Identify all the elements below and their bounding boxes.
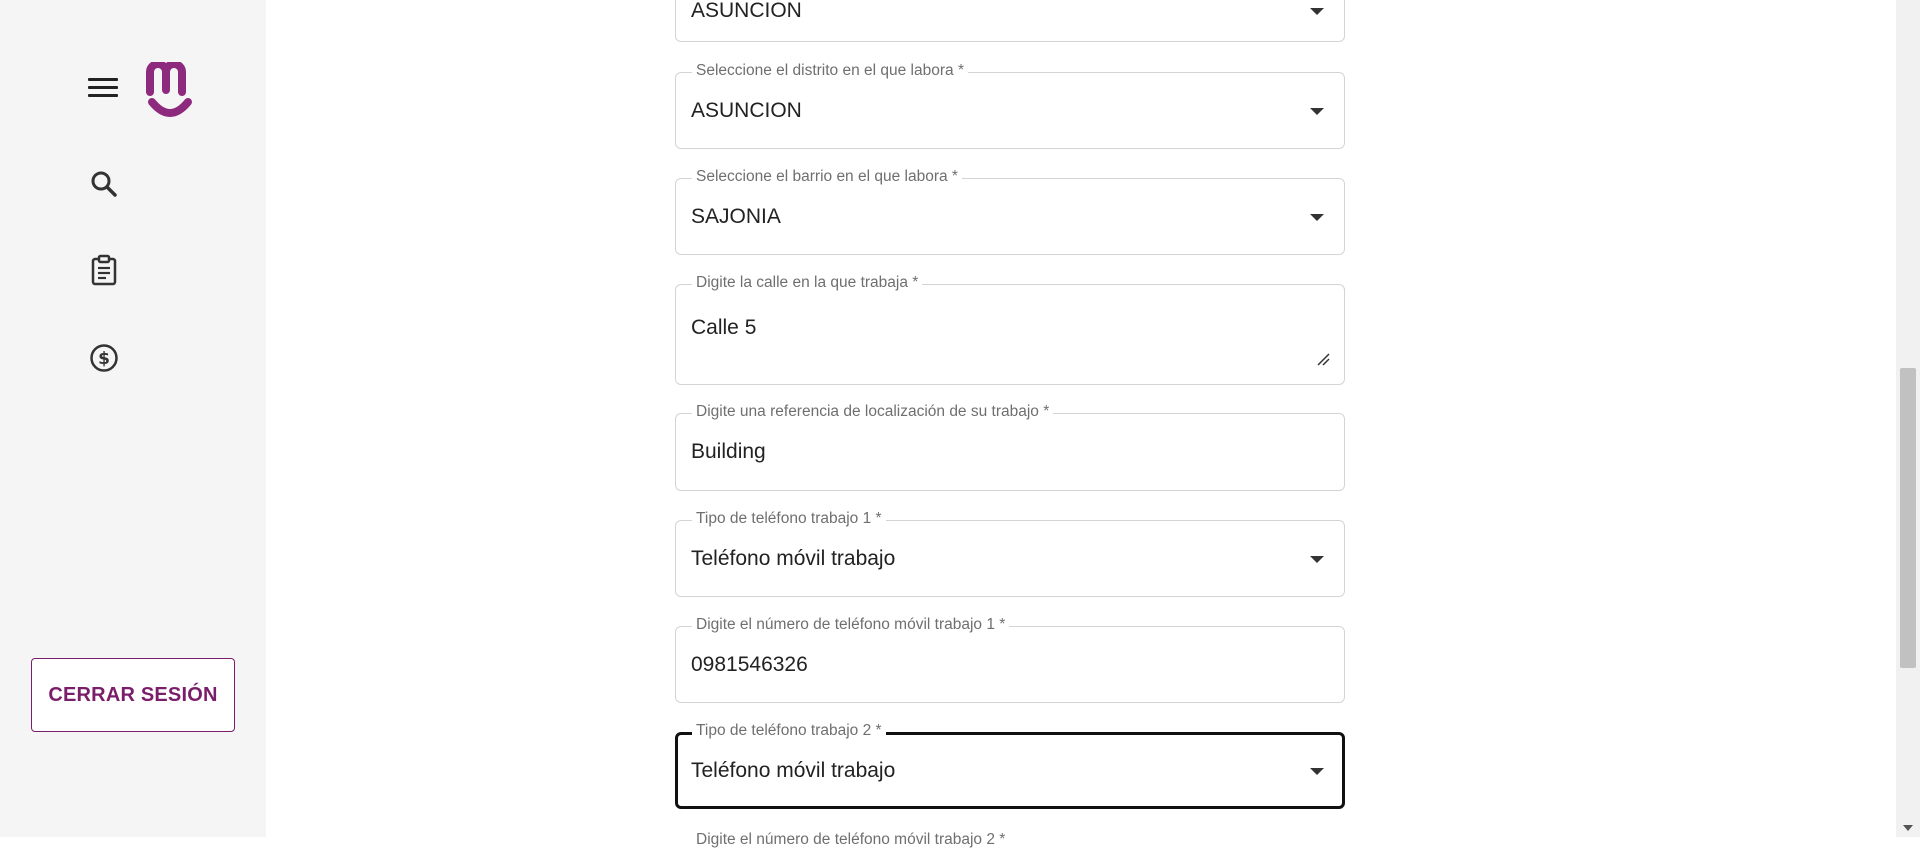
street-textarea[interactable]: Digite la calle en la que trabaja * Call… xyxy=(675,274,1345,385)
work-reference-value: Building xyxy=(691,440,766,463)
neighborhood-select-label: Seleccione el barrio en el que labora * xyxy=(692,168,962,186)
phone-type-1-label: Tipo de teléfono trabajo 1 * xyxy=(692,510,886,528)
chevron-down-icon[interactable] xyxy=(1310,213,1324,221)
work-reference-input[interactable]: Digite una referencia de localización de… xyxy=(675,403,1345,491)
department-select[interactable]: ASUNCION xyxy=(675,0,1345,42)
neighborhood-select-value: SAJONIA xyxy=(691,204,781,228)
page-scrollbar[interactable] xyxy=(1896,0,1920,837)
street-textarea-value: Calle 5 xyxy=(691,316,757,339)
phone-type-2-value: Teléfono móvil trabajo xyxy=(691,758,896,782)
chevron-down-icon[interactable] xyxy=(1310,107,1324,115)
brand-logo-icon xyxy=(144,60,196,120)
neighborhood-select[interactable]: Seleccione el barrio en el que labora * … xyxy=(675,168,1345,255)
phone-number-1-input[interactable]: Digite el número de teléfono móvil traba… xyxy=(675,616,1345,703)
phone-type-2-select[interactable]: Tipo de teléfono trabajo 2 * Teléfono mó… xyxy=(675,722,1345,809)
chevron-down-icon[interactable] xyxy=(1310,555,1324,563)
sidebar: $ CERRAR SESIÓN xyxy=(0,0,266,837)
phone-number-1-value: 0981546326 xyxy=(691,652,808,676)
dollar-circle-icon[interactable]: $ xyxy=(88,342,120,374)
svg-text:$: $ xyxy=(98,349,110,369)
district-select-label: Seleccione el distrito en el que labora … xyxy=(692,62,968,80)
resize-handle-icon[interactable] xyxy=(1316,352,1330,366)
phone-type-2-label: Tipo de teléfono trabajo 2 * xyxy=(692,722,886,740)
hamburger-menu-icon[interactable] xyxy=(88,78,118,102)
phone-number-2-label: Digite el número de teléfono móvil traba… xyxy=(696,831,1006,848)
phone-number-1-label: Digite el número de teléfono móvil traba… xyxy=(692,616,1010,634)
clipboard-icon[interactable] xyxy=(88,254,120,286)
district-select-value: ASUNCION xyxy=(691,98,802,122)
chevron-down-icon[interactable] xyxy=(1310,8,1324,15)
street-textarea-label: Digite la calle en la que trabaja * xyxy=(692,274,923,292)
scrollbar-thumb[interactable] xyxy=(1900,368,1916,668)
chevron-down-icon[interactable] xyxy=(1310,767,1324,775)
department-select-value: ASUNCION xyxy=(691,0,802,22)
phone-type-1-select[interactable]: Tipo de teléfono trabajo 1 * Teléfono mó… xyxy=(675,510,1345,597)
search-icon[interactable] xyxy=(88,168,120,200)
logout-button[interactable]: CERRAR SESIÓN xyxy=(31,658,235,732)
work-reference-label: Digite una referencia de localización de… xyxy=(692,403,1054,421)
scroll-down-arrow-icon[interactable] xyxy=(1903,825,1913,831)
district-select[interactable]: Seleccione el distrito en el que labora … xyxy=(675,62,1345,149)
phone-type-1-value: Teléfono móvil trabajo xyxy=(691,546,896,570)
